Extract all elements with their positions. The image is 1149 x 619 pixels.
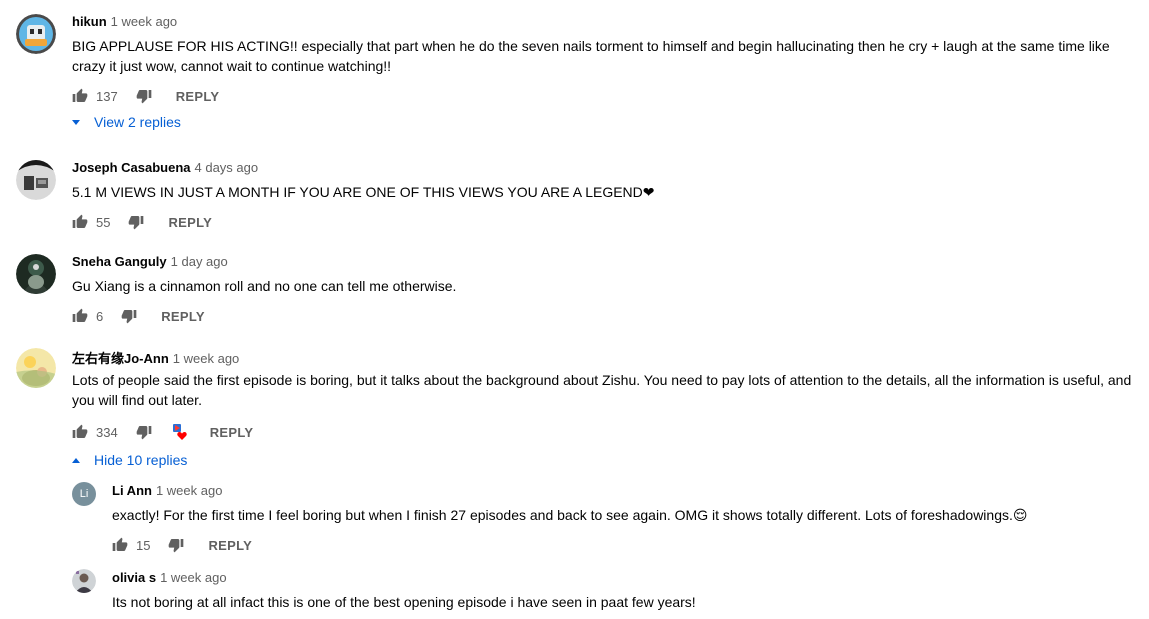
thumbs-up-icon[interactable] [72,424,88,440]
comment-text: BIG APPLAUSE FOR HIS ACTING!! especially… [72,38,1110,74]
avatar[interactable] [72,569,96,593]
like-count: 55 [96,214,111,230]
view-replies-button[interactable]: View 2 replies [72,114,181,130]
comment-author[interactable]: 左右有缘Jo-Ann [72,348,169,367]
reply-button[interactable]: REPLY [168,215,212,230]
avatar[interactable] [16,160,56,200]
reply-text: Its not boring at all infact this is one… [112,594,696,610]
reply-button[interactable]: REPLY [210,425,254,440]
view-replies-label: View 2 replies [94,114,181,130]
comment-text: Lots of people said the first episode is… [72,372,1132,408]
thumbs-down-icon[interactable] [121,308,137,324]
chevron-up-icon [72,457,80,463]
thumbs-down-icon[interactable] [136,88,152,104]
avatar[interactable] [16,348,56,388]
like-count: 15 [136,537,151,553]
reply-timestamp[interactable]: 1 week ago [156,483,223,498]
reply-button[interactable]: REPLY [161,309,205,324]
chevron-down-icon [72,119,80,125]
thumbs-up-icon[interactable] [112,537,128,553]
reply-button[interactable]: REPLY [208,538,252,553]
reply-button[interactable]: REPLY [176,89,220,104]
avatar[interactable]: Li [72,482,96,506]
hide-replies-label: Hide 10 replies [94,452,188,468]
thumbs-down-icon[interactable] [128,214,144,230]
avatar[interactable] [16,14,56,54]
thumbs-up-icon[interactable] [72,88,88,104]
comment-timestamp[interactable]: 1 day ago [171,254,228,269]
comment-author[interactable]: Sneha Ganguly [72,254,167,269]
hide-replies-button[interactable]: Hide 10 replies [72,452,187,468]
thumbs-down-icon[interactable] [136,424,152,440]
comment-author[interactable]: hikun [72,14,107,29]
avatar[interactable] [16,254,56,294]
reply-timestamp[interactable]: 1 week ago [160,570,227,585]
reply-author[interactable]: olivia s [112,570,156,585]
thumbs-up-icon[interactable] [72,214,88,230]
comment-timestamp[interactable]: 1 week ago [173,351,240,366]
like-count: 6 [96,308,104,324]
avatar-initials: Li [79,488,89,500]
comment-timestamp[interactable]: 1 week ago [111,14,178,29]
thumbs-up-icon[interactable] [72,308,88,324]
comment-text: Gu Xiang is a cinnamon roll and no one c… [72,278,457,294]
reply-text: exactly! For the first time I feel borin… [112,507,1028,523]
like-count: 137 [96,88,118,104]
reply-author[interactable]: Li Ann [112,483,152,498]
comment-author[interactable]: Joseph Casabuena [72,160,191,175]
comment-text: 5.1 M VIEWS IN JUST A MONTH IF YOU ARE O… [72,184,655,200]
comment-timestamp[interactable]: 4 days ago [195,160,259,175]
creator-heart-icon [172,423,188,441]
like-count: 334 [96,424,118,440]
thumbs-down-icon[interactable] [168,537,184,553]
